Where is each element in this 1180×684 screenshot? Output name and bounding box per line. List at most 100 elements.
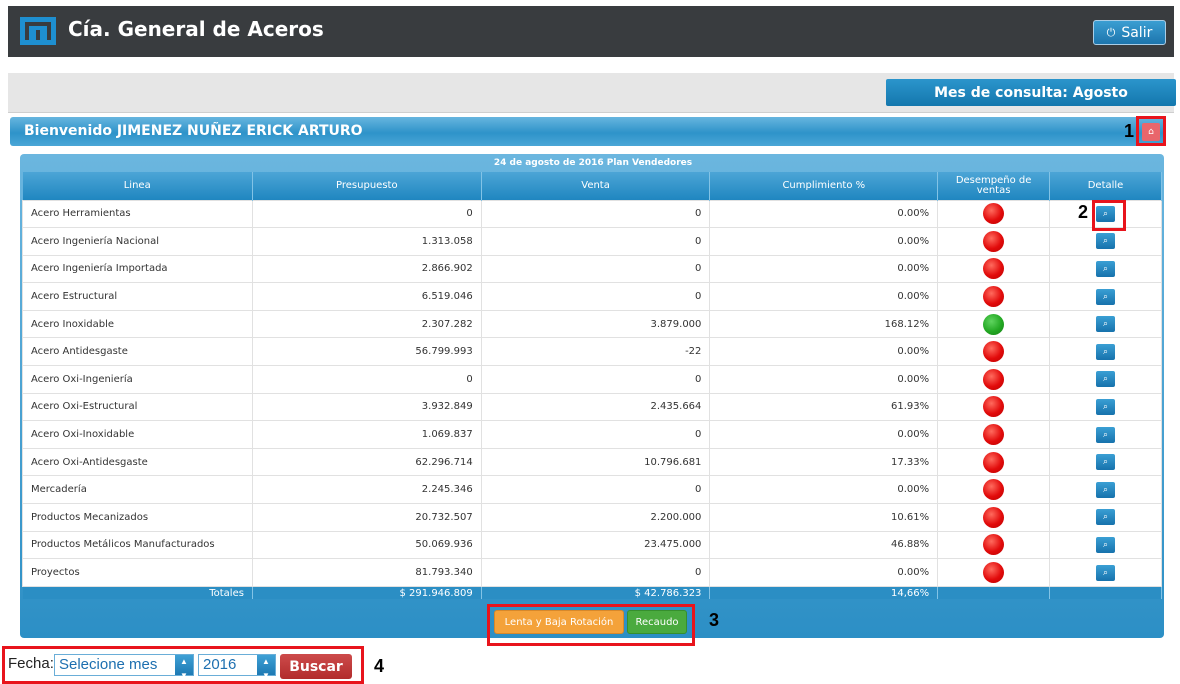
detail-search-button[interactable]: ⌕ [1096, 260, 1116, 277]
search-button[interactable]: Buscar [280, 654, 352, 679]
exit-button[interactable]: ⏻ Salir [1093, 20, 1166, 45]
annotation-2: 2 [1078, 202, 1089, 222]
power-icon: ⏻ [1106, 25, 1116, 39]
detail-search-button[interactable]: ⌕ [1096, 233, 1116, 250]
totals-presupuesto: $ 291.946.809 [252, 586, 482, 600]
year-select-value: 2016 [203, 656, 237, 673]
totals-label: Totales [22, 586, 253, 600]
company-logo [20, 17, 56, 45]
recaudo-button[interactable]: Recaudo [627, 610, 687, 634]
detail-search-button[interactable]: ⌕ [1096, 564, 1116, 581]
cell-detalle: ⌕ [1049, 420, 1162, 449]
cell-linea: Proyectos [22, 558, 253, 587]
table-row: Proyectos 81.793.340 0 0.00% ⌕ [22, 558, 1162, 587]
table-row: Acero Herramientas 0 0 0.00% ⌕ [22, 199, 1162, 229]
table-row: Acero Oxi-Antidesgaste 62.296.714 10.796.6… [22, 447, 1162, 477]
cell-presupuesto: 0 [251, 199, 482, 229]
cell-presupuesto: 6.519.046 [251, 282, 482, 311]
status-red-icon [983, 396, 1005, 418]
cell-presupuesto: 2.866.902 [251, 254, 482, 284]
cell-cumplimiento: 17.33% [709, 447, 939, 477]
table-row: Acero Ingeniería Nacional 1.313.058 0 0.00%… [22, 227, 1162, 256]
status-red-icon [983, 368, 1005, 390]
status-red-icon [983, 562, 1005, 584]
chevron-down-icon: ▲ ▼ [175, 655, 193, 680]
year-select[interactable]: 2016 ▲ ▼ [198, 654, 276, 680]
detail-search-button[interactable]: ⌕ [1096, 398, 1116, 415]
home-icon: ⌂ [1148, 127, 1154, 137]
status-red-icon [983, 341, 1005, 363]
detail-search-button[interactable]: ⌕ [1096, 371, 1116, 388]
status-red-icon [983, 203, 1005, 225]
cell-linea: Productos Metálicos Manufacturados [22, 530, 253, 560]
cell-venta: 3.879.000 [480, 309, 711, 339]
cell-cumplimiento: 10.61% [709, 503, 939, 532]
cell-detalle: ⌕ [1049, 558, 1162, 587]
totals-cumplimiento: 14,66% [709, 586, 939, 600]
detail-search-button[interactable]: ⌕ [1096, 481, 1116, 498]
status-red-icon [983, 230, 1005, 252]
col-venta: Venta [481, 172, 711, 200]
cell-detalle: ⌕ [1049, 282, 1162, 311]
cell-linea: Acero Oxi-Inoxidable [22, 420, 253, 449]
totals-venta: $ 42.786.323 [481, 586, 711, 600]
detail-search-button[interactable]: ⌕ [1096, 343, 1116, 360]
chevron-down-icon: ▲ ▼ [257, 655, 275, 680]
month-select[interactable]: Selecione mes ▲ ▼ [54, 654, 194, 680]
slow-rotation-button[interactable]: Lenta y Baja Rotación [494, 610, 624, 634]
cell-presupuesto: 1.313.058 [251, 227, 482, 256]
cell-venta: 0 [480, 365, 711, 394]
cell-desempeno [937, 337, 1051, 367]
cell-desempeno [937, 199, 1051, 229]
home-button[interactable]: ⌂ [1142, 123, 1160, 141]
detail-search-button[interactable]: ⌕ [1096, 509, 1116, 526]
detail-search-button[interactable]: ⌕ [1096, 454, 1116, 471]
cell-presupuesto: 50.069.936 [251, 530, 482, 560]
cell-linea: Acero Inoxidable [22, 309, 253, 339]
cell-venta: -22 [480, 337, 711, 367]
cell-detalle: ⌕ [1049, 475, 1162, 505]
cell-detalle: ⌕ [1049, 365, 1162, 394]
detail-search-button[interactable]: ⌕ [1096, 288, 1116, 305]
month-query-label: Mes de consulta: Agosto [886, 79, 1176, 106]
table-row: Acero Antidesgaste 56.799.993 -22 0.00% ⌕ [22, 337, 1162, 367]
col-linea: Linea [22, 172, 253, 200]
table-row: Productos Metálicos Manufacturados 50.069… [22, 530, 1162, 560]
cell-cumplimiento: 0.00% [709, 282, 939, 311]
cell-presupuesto: 20.732.507 [251, 503, 482, 532]
detail-search-button[interactable]: ⌕ [1096, 536, 1116, 553]
cell-desempeno [937, 254, 1051, 284]
cell-cumplimiento: 0.00% [709, 254, 939, 284]
annotation-4: 4 [374, 656, 385, 676]
cell-presupuesto: 2.245.346 [251, 475, 482, 505]
cell-desempeno [937, 447, 1051, 477]
detail-search-button[interactable]: ⌕ [1096, 426, 1116, 443]
cell-venta: 2.200.000 [480, 503, 711, 532]
status-red-icon [983, 451, 1005, 473]
exit-label: Salir [1121, 24, 1153, 41]
table-row: Productos Mecanizados 20.732.507 2.200.000… [22, 503, 1162, 532]
cell-cumplimiento: 0.00% [709, 227, 939, 256]
cell-cumplimiento: 0.00% [709, 558, 939, 587]
status-red-icon [983, 534, 1005, 556]
status-red-icon [983, 479, 1005, 501]
cell-linea: Acero Ingeniería Nacional [22, 227, 253, 256]
col-cumplimiento: Cumplimiento % [709, 172, 939, 200]
col-desempeno: Desempeño de ventas [937, 172, 1051, 200]
cell-presupuesto: 2.307.282 [251, 309, 482, 339]
table-row: Acero Inoxidable 2.307.282 3.879.000 168.12… [22, 309, 1162, 339]
cell-cumplimiento: 0.00% [709, 199, 939, 229]
detail-search-button[interactable]: ⌕ [1096, 316, 1116, 333]
cell-desempeno [937, 227, 1051, 256]
cell-venta: 2.435.664 [480, 392, 711, 422]
cell-desempeno [937, 420, 1051, 449]
cell-presupuesto: 56.799.993 [251, 337, 482, 367]
sales-table: Linea Presupuesto Venta Cumplimiento % D… [22, 172, 1162, 600]
cell-linea: Mercadería [22, 475, 253, 505]
table-row: Acero Estructural 6.519.046 0 0.00% ⌕ [22, 282, 1162, 311]
cell-linea: Acero Antidesgaste [22, 337, 253, 367]
cell-detalle: ⌕ [1049, 254, 1162, 284]
table-row: Acero Oxi-Estructural 3.932.849 2.435.664 6… [22, 392, 1162, 422]
cell-desempeno [937, 282, 1051, 311]
cell-presupuesto: 3.932.849 [251, 392, 482, 422]
